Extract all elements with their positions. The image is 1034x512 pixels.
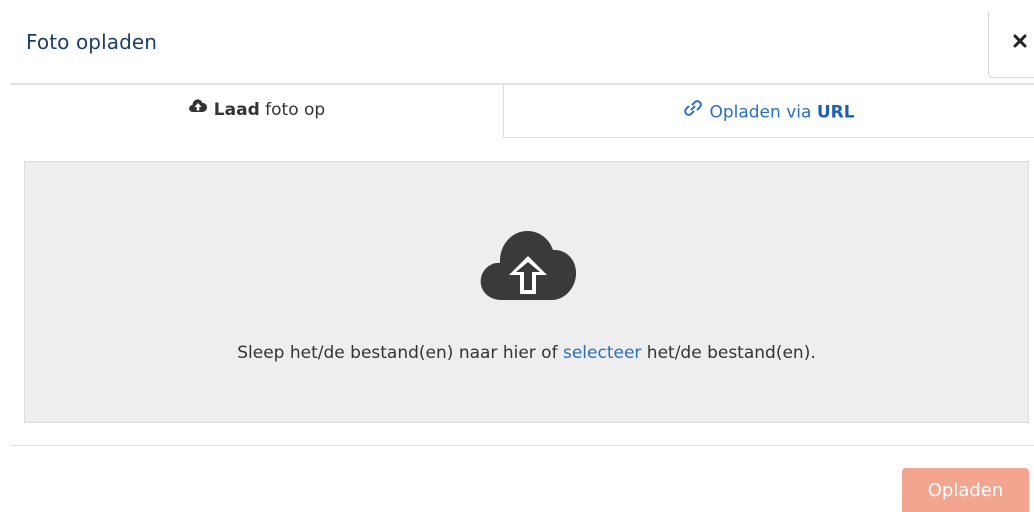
file-dropzone[interactable]: Sleep het/de bestand(en) naar hier of se… (24, 161, 1029, 423)
tab-url-label-bold: URL (816, 102, 855, 123)
cloud-upload-icon (478, 222, 578, 306)
footer-divider (10, 445, 1034, 446)
select-files-link[interactable]: selecteer (563, 343, 641, 363)
upload-button[interactable]: Opladen (902, 468, 1029, 512)
dropzone-instruction: Sleep het/de bestand(en) naar hier of se… (25, 343, 1028, 363)
tab-upload-label-bold: Laad (213, 100, 260, 120)
close-icon (1013, 34, 1027, 48)
link-icon (683, 98, 703, 123)
dropzone-text-before: Sleep het/de bestand(en) naar hier of (237, 343, 563, 363)
tab-upload-photo[interactable]: Laad foto op (10, 85, 504, 138)
tab-url-label-prefix: Opladen via (709, 102, 817, 123)
dropzone-text-after: het/de bestand(en). (641, 343, 816, 363)
cloud-upload-icon (188, 98, 208, 118)
upload-tabs: Laad foto op Opladen via URL (10, 85, 1034, 139)
close-button[interactable] (988, 12, 1034, 78)
upload-photo-dialog: Foto opladen Laad foto op Opladen via UR… (0, 0, 1034, 512)
tab-upload-via-url[interactable]: Opladen via URL (504, 85, 1034, 138)
tab-upload-label-rest: foto op (259, 100, 326, 120)
dialog-header: Foto opladen (0, 0, 1034, 84)
dialog-title: Foto opladen (26, 30, 158, 54)
